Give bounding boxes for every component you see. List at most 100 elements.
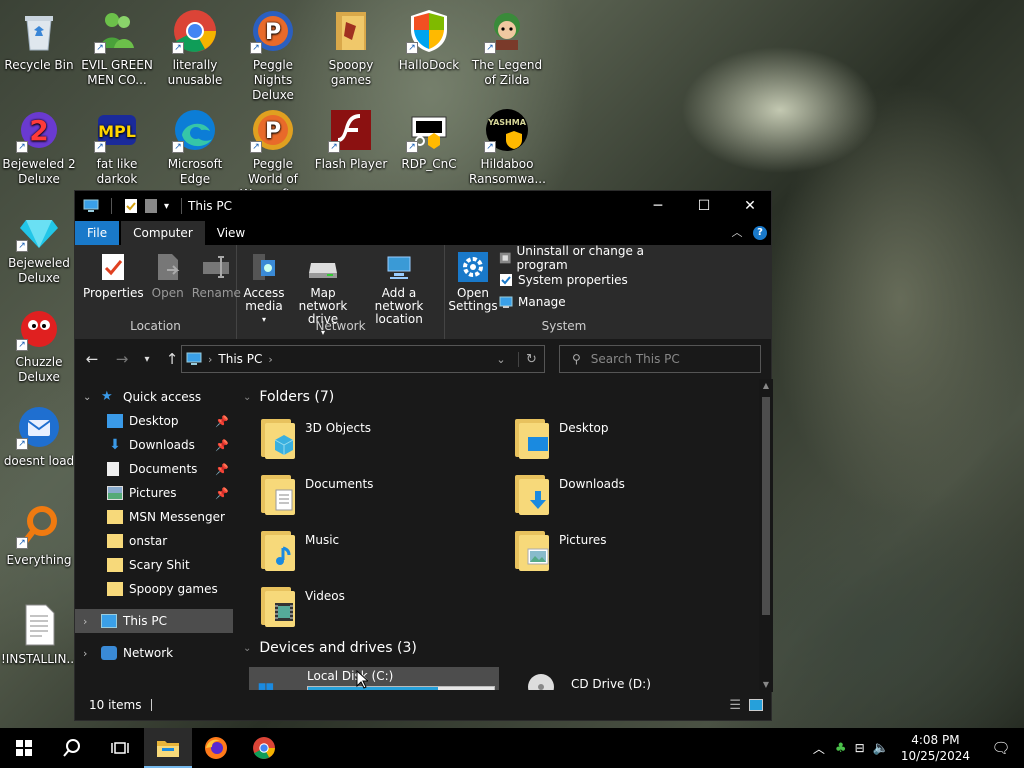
scroll-up-arrow-icon[interactable]: ▲	[759, 379, 773, 393]
pictures-folder-icon	[513, 529, 549, 571]
search-input[interactable]: ⚲ Search This PC	[559, 345, 761, 373]
expand-chevron-icon[interactable]: ›	[83, 647, 101, 660]
nav-quick-access[interactable]: ⌄ ★ Quick access	[75, 385, 233, 409]
network-icon	[101, 646, 117, 660]
desktop-icon-recycle-bin[interactable]: Recycle Bin	[1, 8, 77, 73]
nav-item-pictures[interactable]: Pictures 📌	[75, 481, 233, 505]
desktop-icon-label: Bejeweled Deluxe	[8, 256, 70, 285]
desktop-icon-chuzzle-deluxe[interactable]: ↗ Chuzzle Deluxe	[1, 305, 77, 385]
taskbar-search-button[interactable]	[48, 728, 96, 768]
minimize-button[interactable]: ─	[635, 191, 681, 221]
folder-music[interactable]: Music	[259, 529, 509, 571]
taskbar-chrome[interactable]	[240, 728, 288, 768]
folder-downloads[interactable]: Downloads	[513, 473, 763, 515]
back-arrow-icon[interactable]: ←	[81, 350, 103, 368]
ribbon-group-label: System	[541, 319, 587, 333]
properties-check-icon[interactable]	[124, 198, 138, 214]
taskbar-firefox[interactable]	[192, 728, 240, 768]
close-button[interactable]: ✕	[727, 191, 773, 221]
breadcrumb-chevron-icon[interactable]: ›	[268, 353, 272, 366]
nav-item-documents[interactable]: Documents 📌	[75, 457, 233, 481]
system-properties-button[interactable]: System properties	[499, 269, 679, 291]
folder-3d-objects[interactable]: 3D Objects	[259, 417, 509, 459]
up-arrow-icon[interactable]: ↑	[161, 350, 183, 368]
drive-local-disk-c[interactable]: Local Disk (C:)	[249, 667, 499, 692]
folder-documents[interactable]: Documents	[259, 473, 509, 515]
show-hidden-icons-chevron-icon[interactable]: ︿	[807, 740, 831, 757]
desktop-icon-spoopy-games[interactable]: Spoopy games	[313, 8, 389, 88]
desktop-icon-hallodock[interactable]: ↗ HalloDock	[391, 8, 467, 73]
desktop-icon-bejeweled-deluxe[interactable]: ↗ Bejeweled Deluxe	[1, 206, 77, 286]
start-button[interactable]	[0, 728, 48, 768]
mouse-cursor-icon	[356, 670, 368, 689]
desktop-icon-flash-player[interactable]: ↗ Flash Player	[313, 107, 389, 172]
people-tray-icon[interactable]: ♣	[831, 741, 851, 756]
network-status-icon[interactable]: ⊟	[851, 741, 869, 755]
breadcrumb-this-pc[interactable]: This PC	[218, 352, 262, 366]
nav-item-spoopy-games[interactable]: Spoopy games	[75, 577, 233, 601]
recent-locations-chevron-icon[interactable]: ▾	[141, 354, 153, 365]
expand-chevron-icon[interactable]: ›	[83, 615, 101, 628]
customize-toolbar-chevron-icon[interactable]: ▾	[164, 201, 169, 212]
tab-file[interactable]: File	[75, 221, 120, 245]
collapse-chevron-icon[interactable]: ⌄	[243, 392, 251, 403]
address-bar[interactable]: › This PC › ⌄ ↻	[181, 345, 545, 373]
folder-label: Documents	[305, 477, 374, 491]
help-icon[interactable]: ?	[749, 221, 771, 245]
vertical-scrollbar[interactable]: ▲ ▼	[759, 379, 773, 692]
desktop-icon-everything[interactable]: ↗ Everything	[1, 503, 77, 568]
nav-item-onstar[interactable]: onstar	[75, 529, 233, 553]
drive-cd-drive-d[interactable]: CD Drive (D:)	[511, 667, 761, 692]
scrollbar-thumb[interactable]	[762, 397, 770, 615]
clock[interactable]: 4:08 PM 10/25/2024	[893, 732, 978, 764]
folder-pictures[interactable]: Pictures	[513, 529, 763, 571]
desktop-icon-rdp-cnc[interactable]: ↗ RDP_CnC	[391, 107, 467, 172]
refresh-icon[interactable]: ↻	[518, 351, 544, 367]
desktop-icon-legend-of-zilda[interactable]: ↗ The Legend of Zilda	[469, 8, 545, 88]
task-view-button[interactable]	[96, 728, 144, 768]
nav-network[interactable]: › Network	[75, 641, 233, 665]
collapse-ribbon-chevron-icon[interactable]: ︿	[725, 221, 749, 245]
folder-videos[interactable]: Videos	[259, 585, 509, 627]
nav-item-downloads[interactable]: ⬇ Downloads 📌	[75, 433, 233, 457]
pin-icon[interactable]: 📌	[215, 463, 229, 476]
uninstall-program-button[interactable]: Uninstall or change a program	[499, 244, 679, 272]
nav-this-pc[interactable]: › This PC	[75, 609, 233, 633]
desktop-icon-label: Hildaboo Ransomwa...	[469, 157, 546, 186]
folder-icon	[107, 558, 123, 572]
drives-section-header[interactable]: ⌄ Devices and drives (3)	[243, 640, 417, 656]
nav-item-msn-messenger[interactable]: MSN Messenger	[75, 505, 233, 529]
desktop-icon-evil-green-men[interactable]: ↗ EVIL GREEN MEN CO...	[79, 8, 155, 88]
manage-button[interactable]: Manage	[499, 291, 679, 313]
desktop-icon-peggle-nights[interactable]: P ↗ Peggle Nights Deluxe	[235, 8, 311, 103]
breadcrumb-chevron-icon[interactable]: ›	[208, 353, 212, 366]
nav-item-scary-shit[interactable]: Scary Shit	[75, 553, 233, 577]
desktop-icon-fat-like-darkok[interactable]: MPL ↗ fat like darkok	[79, 107, 155, 187]
desktop-icon-bejeweled-2[interactable]: 2 ↗ Bejeweled 2 Deluxe	[1, 107, 77, 187]
taskbar-file-explorer[interactable]	[144, 728, 192, 768]
desktop-icon-installing[interactable]: !INSTALLIN...	[1, 602, 78, 667]
tab-view[interactable]: View	[205, 221, 257, 245]
nav-item-desktop[interactable]: Desktop 📌	[75, 409, 233, 433]
tab-computer[interactable]: Computer	[121, 221, 205, 245]
desktop-icon-literally-unusable[interactable]: ↗ literally unusable	[157, 8, 233, 88]
pin-icon[interactable]: 📌	[215, 487, 229, 500]
volume-icon[interactable]: 🔈	[869, 741, 893, 756]
large-icons-view-icon[interactable]	[749, 699, 763, 711]
new-folder-icon[interactable]	[144, 198, 158, 214]
maximize-button[interactable]: ☐	[681, 191, 727, 221]
notifications-icon[interactable]: 🗨	[978, 739, 1024, 757]
folders-section-header[interactable]: ⌄ Folders (7)	[243, 389, 334, 405]
folder-desktop[interactable]: Desktop	[513, 417, 763, 459]
desktop-icon-microsoft-edge[interactable]: ↗ Microsoft Edge	[157, 107, 233, 187]
forward-arrow-icon[interactable]: →	[111, 350, 133, 368]
expand-chevron-icon[interactable]: ⌄	[83, 392, 101, 403]
desktop-icon-peggle-world-of-warcraft[interactable]: P ↗ Peggle World of Warcraft ...	[235, 107, 311, 202]
pin-icon[interactable]: 📌	[215, 415, 229, 428]
pin-icon[interactable]: 📌	[215, 439, 229, 452]
desktop-icon-hildaboo-ransomware[interactable]: YASHMA ↗ Hildaboo Ransomwa...	[469, 107, 546, 187]
desktop-icon-doesnt-load[interactable]: ↗ doesnt load	[1, 404, 77, 469]
details-view-icon[interactable]: ☰	[729, 698, 741, 713]
collapse-chevron-icon[interactable]: ⌄	[243, 643, 251, 654]
address-dropdown-icon[interactable]: ⌄	[490, 353, 512, 366]
